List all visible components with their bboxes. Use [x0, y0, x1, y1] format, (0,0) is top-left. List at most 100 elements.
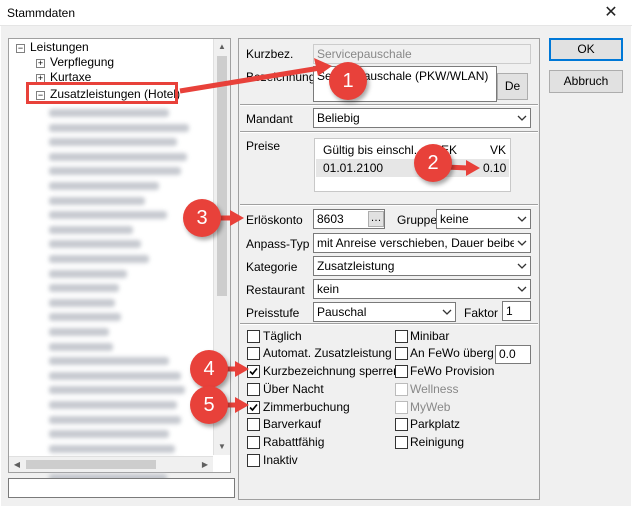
kurzbez-field[interactable]: Servicepauschale: [313, 44, 531, 64]
tree-item-obscured[interactable]: [49, 240, 141, 249]
zimmerbuchung-checkbox[interactable]: [247, 401, 260, 414]
annotation-badge-4: 4: [190, 350, 228, 388]
tree-item-obscured[interactable]: [49, 167, 181, 176]
tree-item-obscured[interactable]: [49, 211, 167, 220]
chevron-down-icon: [517, 115, 527, 121]
faktor-field[interactable]: 1: [502, 301, 531, 321]
tree-item-obscured[interactable]: [49, 430, 169, 439]
col-gueltig-header: Gültig bis einschl.: [323, 143, 418, 157]
tree-item-obscured[interactable]: [49, 152, 187, 161]
kurzbezeichnung-sperren-label: Kurzbezeichnung sperren: [263, 364, 400, 378]
gruppe-label: Gruppe: [397, 213, 438, 227]
tree-item-obscured[interactable]: [49, 182, 159, 190]
table-row[interactable]: 01.01.2100 0.10: [316, 159, 509, 177]
scroll-down-icon[interactable]: ▼: [214, 439, 230, 455]
language-de-button[interactable]: De: [497, 73, 528, 100]
barverkauf-checkbox[interactable]: [247, 418, 260, 431]
wellness-label: Wellness: [410, 382, 459, 396]
tree-item-leistungen[interactable]: Leistungen: [30, 40, 89, 54]
mandant-value: Beliebig: [317, 111, 360, 125]
cancel-button[interactable]: Abbruch: [549, 70, 623, 93]
mandant-label: Mandant: [246, 112, 293, 126]
prices-table[interactable]: Gültig bis einschl. EK VK 01.01.2100 0.1…: [314, 138, 511, 192]
ueber-nacht-checkbox[interactable]: [247, 383, 260, 396]
automat-zusatzleistung-checkbox[interactable]: [247, 347, 260, 360]
scroll-thumb[interactable]: [217, 56, 227, 296]
erloeskonto-label: Erlöskonto: [246, 213, 303, 227]
inaktiv-checkbox[interactable]: [247, 454, 260, 467]
tree-item-obscured[interactable]: [49, 284, 119, 293]
ueber-nacht-label: Über Nacht: [263, 382, 324, 396]
collapse-icon[interactable]: −: [16, 44, 25, 53]
checkmark-icon: [249, 367, 258, 376]
gruppe-value: keine: [440, 212, 469, 226]
tree-item-obscured[interactable]: [49, 313, 121, 322]
gruppe-select[interactable]: keine: [436, 209, 531, 229]
kategorie-select[interactable]: Zusatzleistung: [313, 256, 531, 276]
fewo-provision-checkbox[interactable]: [395, 365, 408, 378]
tree-item-obscured[interactable]: [49, 328, 109, 336]
chevron-down-icon: [517, 286, 527, 292]
separator: [240, 104, 538, 106]
preisstufe-select[interactable]: Pauschal: [313, 302, 456, 322]
title-bar: Stammdaten ✕: [0, 0, 632, 26]
tree-item-obscured[interactable]: [49, 444, 175, 453]
tree-item-obscured[interactable]: [49, 138, 177, 147]
scroll-up-icon[interactable]: ▲: [214, 39, 230, 55]
scroll-right-icon[interactable]: ▶: [197, 457, 213, 473]
tree-item-obscured[interactable]: [49, 255, 149, 263]
bezeichnung-label: Bezeichnung: [246, 70, 316, 84]
minibar-label: Minibar: [410, 329, 450, 343]
myweb-checkbox: [395, 401, 408, 414]
rabattfaehig-checkbox[interactable]: [247, 436, 260, 449]
close-icon[interactable]: ✕: [596, 2, 626, 24]
mandant-select[interactable]: Beliebig: [313, 108, 531, 128]
an-fewo-checkbox[interactable]: [395, 347, 408, 360]
tree-item-obscured[interactable]: [49, 269, 127, 278]
anpass-typ-select[interactable]: mit Anreise verschieben, Dauer beibehalt: [313, 233, 531, 253]
tree-item-obscured[interactable]: [49, 342, 113, 351]
restaurant-select[interactable]: kein: [313, 279, 531, 299]
tree-item-obscured[interactable]: [49, 298, 115, 307]
reinigung-checkbox[interactable]: [395, 436, 408, 449]
tree-item-obscured[interactable]: [49, 415, 181, 424]
tree-item-obscured[interactable]: [49, 123, 189, 132]
kategorie-label: Kategorie: [246, 260, 298, 274]
preisstufe-value: Pauschal: [317, 305, 367, 319]
automat-zusatzleistung-label: Automat. Zusatzleistung: [263, 346, 392, 360]
ok-button[interactable]: OK: [549, 38, 623, 61]
expand-icon[interactable]: +: [36, 59, 45, 68]
kurzbez-label: Kurzbez.: [246, 47, 294, 61]
inaktiv-label: Inaktiv: [263, 453, 298, 467]
tree-item-obscured[interactable]: [49, 225, 133, 234]
tree-item-obscured[interactable]: [49, 371, 181, 380]
annotation-badge-1: 1: [329, 62, 367, 100]
tree-item-verpflegung[interactable]: Verpflegung: [50, 55, 114, 69]
scroll-thumb[interactable]: [26, 460, 156, 469]
barverkauf-label: Barverkauf: [263, 417, 322, 431]
tree-item-obscured[interactable]: [49, 357, 169, 366]
scroll-left-icon[interactable]: ◀: [9, 457, 25, 473]
fewo-value-field[interactable]: 0.0: [495, 345, 531, 364]
taeglich-checkbox[interactable]: [247, 330, 260, 343]
tree-item-obscured[interactable]: [49, 386, 185, 395]
tree-item-obscured[interactable]: [49, 109, 169, 117]
kategorie-value: Zusatzleistung: [317, 259, 395, 273]
erloeskonto-browse-button[interactable]: …: [368, 211, 384, 227]
annotation-badge-3: 3: [183, 199, 221, 237]
search-input[interactable]: [8, 478, 235, 498]
separator: [240, 323, 538, 325]
preisstufe-label: Preisstufe: [246, 306, 300, 320]
annotation-badge-2: 2: [414, 144, 452, 182]
chevron-down-icon: [517, 216, 527, 222]
minibar-checkbox[interactable]: [395, 330, 408, 343]
taeglich-label: Täglich: [263, 329, 302, 343]
tree-horizontal-scrollbar[interactable]: ◀ ▶: [9, 456, 213, 472]
parkplatz-checkbox[interactable]: [395, 418, 408, 431]
kurzbezeichnung-sperren-checkbox[interactable]: [247, 365, 260, 378]
reinigung-label: Reinigung: [410, 435, 465, 449]
tree-item-obscured[interactable]: [49, 196, 145, 205]
window-title: Stammdaten: [7, 6, 76, 20]
tree-item-obscured[interactable]: [49, 401, 177, 409]
rabattfaehig-label: Rabattfähig: [263, 435, 325, 449]
